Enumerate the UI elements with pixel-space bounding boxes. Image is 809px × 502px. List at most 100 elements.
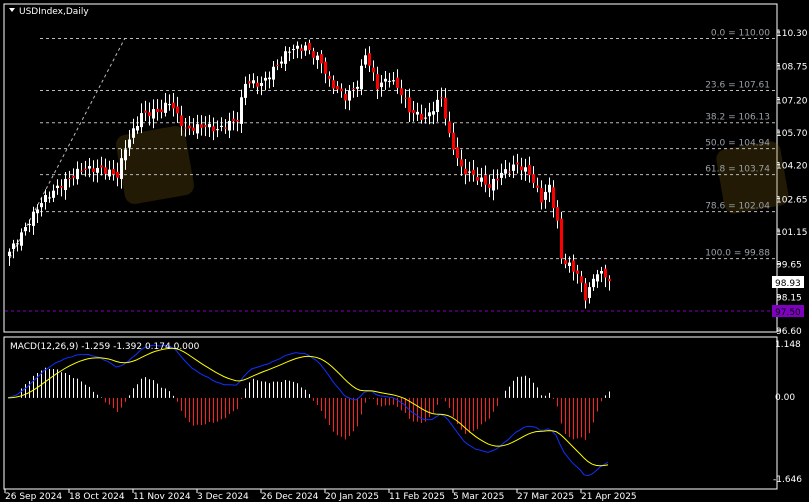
macd-line: [7, 344, 609, 477]
candle-body: [104, 167, 107, 174]
candle-body: [136, 125, 139, 131]
candle-body: [260, 82, 263, 86]
price-axis-label: 107.20: [776, 96, 808, 106]
price-axis-label: 108.75: [776, 63, 808, 73]
candle-body: [444, 97, 447, 119]
candle-body: [272, 66, 275, 80]
price-axis-label: 104.20: [776, 162, 808, 172]
candle-body: [160, 109, 163, 113]
fibonacci-trend-line[interactable]: [9, 37, 126, 259]
candle-body: [524, 167, 527, 172]
candle-body: [320, 54, 323, 64]
candle-body: [140, 113, 143, 128]
candle-body: [496, 178, 499, 181]
candle-body: [380, 82, 383, 88]
candle-body: [192, 127, 195, 131]
candle-body: [460, 159, 463, 167]
candle-body: [64, 178, 67, 191]
candle-body: [196, 124, 199, 134]
candle-body: [468, 171, 471, 173]
candle-body: [36, 209, 39, 214]
date-axis-label: 26 Dec 2024: [261, 492, 319, 502]
fibonacci-level-label: 38.2 = 106.13: [705, 113, 770, 123]
candle-body: [348, 90, 351, 101]
candle-body: [132, 128, 135, 138]
candle-body: [244, 83, 247, 98]
candle-body: [8, 251, 11, 257]
candle-body: [204, 125, 207, 127]
candle-body: [224, 127, 227, 129]
collapse-arrow-icon[interactable]: [9, 8, 15, 12]
candle-body: [256, 82, 259, 87]
candle-body: [384, 78, 387, 82]
candle-body: [116, 171, 119, 178]
candle-body: [108, 169, 111, 177]
price-axis-label: 102.65: [776, 195, 808, 205]
candle-body: [96, 167, 99, 173]
candle-body: [12, 243, 15, 250]
candle-body: [536, 185, 539, 188]
macd-axis-zero: 0.00: [775, 393, 795, 403]
candle-body: [92, 168, 95, 173]
candle-body: [476, 176, 479, 181]
candle-body: [144, 110, 147, 113]
candle-body: [308, 42, 311, 51]
fibonacci-level-label: 50.0 = 104.94: [705, 139, 770, 149]
date-axis-label: 18 Oct 2024: [69, 492, 125, 502]
candle-body: [200, 124, 203, 128]
candle-body: [100, 165, 103, 168]
candle-body: [52, 190, 55, 198]
candle-body: [236, 119, 239, 122]
candle-body: [156, 108, 159, 113]
candle-body: [564, 260, 567, 265]
candle-body: [228, 120, 231, 131]
candle-body: [552, 187, 555, 209]
price-axis-label: 110.30: [776, 29, 808, 39]
candle-body: [580, 276, 583, 283]
candle-body: [436, 99, 439, 113]
price-axis-label: 99.65: [776, 261, 802, 271]
candle-body: [264, 77, 267, 81]
candle-body: [360, 65, 363, 90]
candle-body: [184, 127, 187, 129]
candle-body: [432, 111, 435, 115]
candle-body: [72, 175, 75, 178]
chart-canvas[interactable]: 0.0 = 110.00 23.6 = 107.61 38.2 = 106.13 50…: [0, 0, 809, 502]
candle-body: [232, 118, 235, 122]
candle-body: [340, 88, 343, 92]
date-axis-label: 5 Mar 2025: [453, 492, 504, 502]
candle-body: [188, 125, 191, 129]
candle-body: [20, 232, 23, 246]
candle-body: [128, 139, 131, 148]
candle-body: [16, 243, 19, 245]
candle-body: [112, 169, 115, 175]
candle-body: [164, 102, 167, 113]
candle-body: [88, 166, 91, 169]
candle-body: [28, 224, 31, 226]
candle-body: [172, 102, 175, 109]
candle-body: [544, 191, 547, 200]
chart-window: 0.0 = 110.00 23.6 = 107.61 38.2 = 106.13 50…: [0, 0, 809, 502]
candle-body: [80, 170, 83, 172]
macd-axis-max: 1.148: [775, 340, 801, 350]
candle-body: [492, 178, 495, 191]
candle-body: [592, 278, 595, 288]
candle-body: [292, 49, 295, 51]
candle-body: [568, 262, 571, 267]
candle-body: [416, 111, 419, 115]
candle-body: [48, 197, 51, 199]
candle-body: [500, 172, 503, 178]
candle-body: [424, 117, 427, 119]
candle-body: [216, 129, 219, 131]
candle-body: [32, 211, 35, 226]
candle-body: [316, 55, 319, 61]
candle-body: [528, 164, 531, 176]
date-axis-label: 20 Jan 2025: [325, 492, 379, 502]
candle-body: [448, 121, 451, 134]
candle-body: [408, 97, 411, 113]
candle-body: [560, 218, 563, 259]
price-axis-label: 96.60: [776, 327, 802, 337]
candle-body: [280, 61, 283, 64]
candle-body: [576, 270, 579, 274]
candle-body: [356, 86, 359, 89]
